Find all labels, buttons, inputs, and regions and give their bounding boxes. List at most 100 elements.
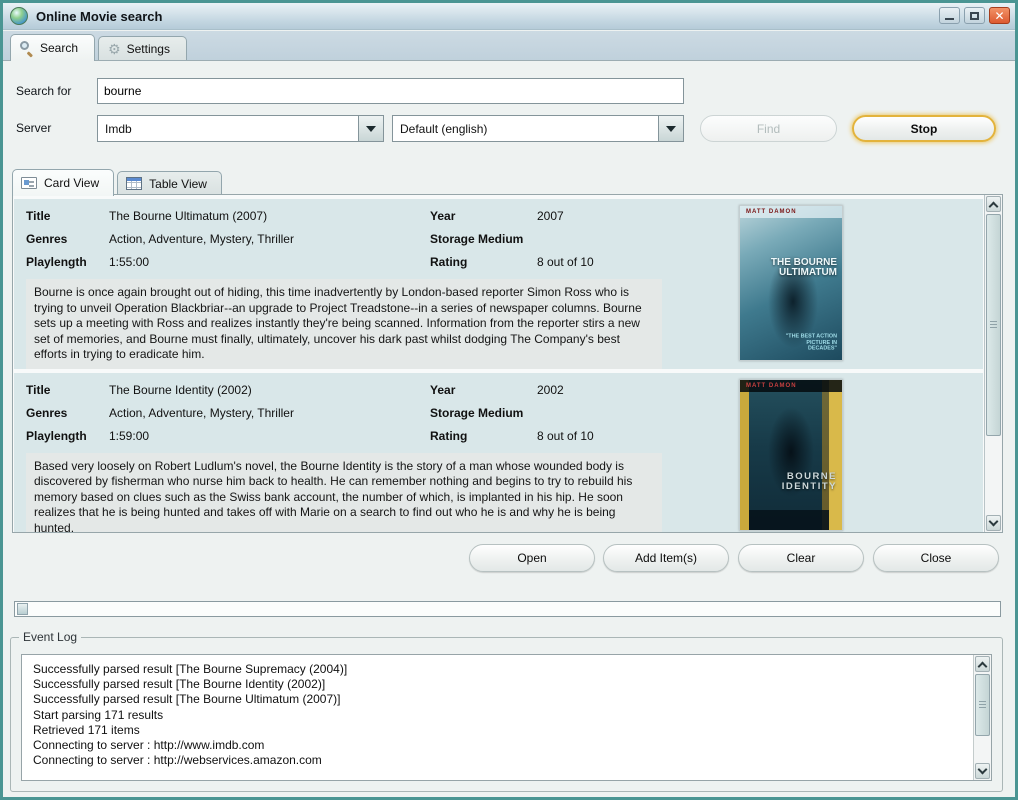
tab-table-view-label: Table View	[149, 177, 207, 191]
title-label: Title	[26, 205, 109, 228]
search-input[interactable]	[97, 78, 684, 104]
table-view-icon	[126, 177, 142, 190]
add-items-button[interactable]: Add Item(s)	[603, 544, 729, 572]
server-select[interactable]: Imdb	[97, 115, 384, 142]
event-log-scrollbar[interactable]	[973, 655, 991, 780]
year-label: Year	[430, 379, 537, 402]
log-line: Successfully parsed result [The Bourne I…	[33, 677, 971, 692]
playlength-value: 1:55:00	[109, 251, 430, 274]
maximize-button[interactable]	[964, 7, 985, 24]
chevron-up-icon	[989, 201, 999, 211]
log-line: Successfully parsed result [The Bourne S…	[33, 662, 971, 677]
title-value: The Bourne Ultimatum (2007)	[109, 205, 430, 228]
find-button[interactable]: Find	[700, 115, 837, 142]
log-line: Connecting to server : http://webservice…	[33, 753, 971, 768]
app-window: Online Movie search ✕ Search ⚙ Settings …	[0, 0, 1018, 800]
scroll-down-button[interactable]	[986, 515, 1001, 531]
scroll-up-button[interactable]	[975, 656, 990, 672]
card-meta: Title The Bourne Ultimatum (2007) Year 2…	[26, 205, 676, 274]
tab-card-view[interactable]: Card View	[12, 169, 114, 196]
window-title: Online Movie search	[36, 9, 162, 24]
gear-icon: ⚙	[108, 42, 121, 56]
storage-value	[537, 228, 676, 251]
language-select[interactable]: Default (english)	[392, 115, 684, 142]
plot-text: Bourne is once again brought out of hidi…	[26, 279, 662, 369]
progress-bar	[14, 601, 1001, 617]
plot-text: Based very loosely on Robert Ludlum's no…	[26, 453, 662, 534]
scroll-down-button[interactable]	[975, 763, 990, 779]
year-label: Year	[430, 205, 537, 228]
movie-card-ultimatum[interactable]: Title The Bourne Ultimatum (2007) Year 2…	[14, 199, 983, 369]
chevron-down-icon	[978, 764, 988, 774]
storage-label: Storage Medium	[430, 402, 537, 425]
movie-poster: MATT DAMON THE BOURNE ULTIMATUM "THE BES…	[739, 205, 843, 361]
poster-header-text: MATT DAMON	[740, 380, 842, 392]
close-button[interactable]: ✕	[989, 7, 1010, 24]
movie-poster: MATT DAMON BOURNE IDENTITY	[739, 379, 843, 531]
main-tab-bar: Search ⚙ Settings	[3, 31, 1015, 60]
poster-title-text: BOURNE IDENTITY	[751, 472, 837, 492]
scrollbar-thumb[interactable]	[986, 214, 1001, 436]
storage-label: Storage Medium	[430, 228, 537, 251]
open-button[interactable]: Open	[469, 544, 595, 572]
tab-search[interactable]: Search	[10, 34, 95, 61]
search-panel: Search for Server Imdb Default (english)…	[3, 60, 1015, 797]
language-select-value: Default (english)	[393, 122, 658, 136]
close-icon: ✕	[994, 10, 1004, 22]
title-label: Title	[26, 379, 109, 402]
scroll-up-button[interactable]	[986, 196, 1001, 212]
playlength-label: Playlength	[26, 425, 109, 448]
clear-button[interactable]: Clear	[738, 544, 864, 572]
chevron-down-icon	[666, 126, 676, 132]
tab-search-label: Search	[40, 41, 78, 55]
rating-value: 8 out of 10	[537, 425, 676, 448]
chevron-down-icon	[989, 516, 999, 526]
tab-settings-label: Settings	[127, 42, 170, 56]
results-list: Title The Bourne Ultimatum (2007) Year 2…	[12, 194, 1003, 533]
event-log-box: Successfully parsed result [The Bourne S…	[21, 654, 992, 781]
window-controls: ✕	[939, 7, 1010, 24]
playlength-label: Playlength	[26, 251, 109, 274]
poster-header-text: MATT DAMON	[740, 206, 842, 218]
log-line: Connecting to server : http://www.imdb.c…	[33, 738, 971, 753]
card-details: Title The Bourne Identity (2002) Year 20…	[26, 379, 676, 534]
card-details: Title The Bourne Ultimatum (2007) Year 2…	[26, 205, 676, 369]
maximize-icon	[970, 12, 979, 20]
chevron-down-icon	[366, 126, 376, 132]
search-icon	[20, 41, 34, 55]
year-value: 2007	[537, 205, 676, 228]
log-line: Successfully parsed result [The Bourne U…	[33, 692, 971, 707]
app-globe-icon	[10, 7, 28, 25]
server-select-value: Imdb	[98, 122, 358, 136]
poster-tagline-text: "THE BEST ACTION PICTURE IN DECADES"	[785, 333, 837, 351]
log-line: Retrieved 171 items	[33, 723, 971, 738]
genres-value: Action, Adventure, Mystery, Thriller	[109, 402, 430, 425]
titlebar[interactable]: Online Movie search ✕	[3, 3, 1015, 30]
cards-container: Title The Bourne Ultimatum (2007) Year 2…	[14, 195, 983, 532]
close-dialog-button[interactable]: Close	[873, 544, 999, 572]
view-tab-bar: Card View Table View	[12, 167, 222, 195]
progress-chunk	[17, 603, 28, 615]
year-value: 2002	[537, 379, 676, 402]
genres-label: Genres	[26, 228, 109, 251]
tab-settings[interactable]: ⚙ Settings	[98, 36, 187, 60]
storage-value	[537, 402, 676, 425]
server-label: Server	[16, 115, 51, 142]
rating-label: Rating	[430, 251, 537, 274]
tab-table-view[interactable]: Table View	[117, 171, 222, 195]
genres-value: Action, Adventure, Mystery, Thriller	[109, 228, 430, 251]
event-log-group: Event Log Successfully parsed result [Th…	[10, 637, 1003, 792]
card-meta: Title The Bourne Identity (2002) Year 20…	[26, 379, 676, 448]
stop-button[interactable]: Stop	[852, 115, 996, 142]
server-select-arrow[interactable]	[358, 116, 383, 141]
event-log-title: Event Log	[19, 630, 81, 644]
rating-value: 8 out of 10	[537, 251, 676, 274]
results-scrollbar[interactable]	[984, 195, 1002, 532]
minimize-button[interactable]	[939, 7, 960, 24]
poster-title-text: THE BOURNE ULTIMATUM	[759, 258, 837, 278]
minimize-icon	[945, 18, 954, 20]
chevron-up-icon	[978, 661, 988, 671]
language-select-arrow[interactable]	[658, 116, 683, 141]
movie-card-identity[interactable]: Title The Bourne Identity (2002) Year 20…	[14, 373, 983, 534]
scrollbar-thumb[interactable]	[975, 674, 990, 736]
